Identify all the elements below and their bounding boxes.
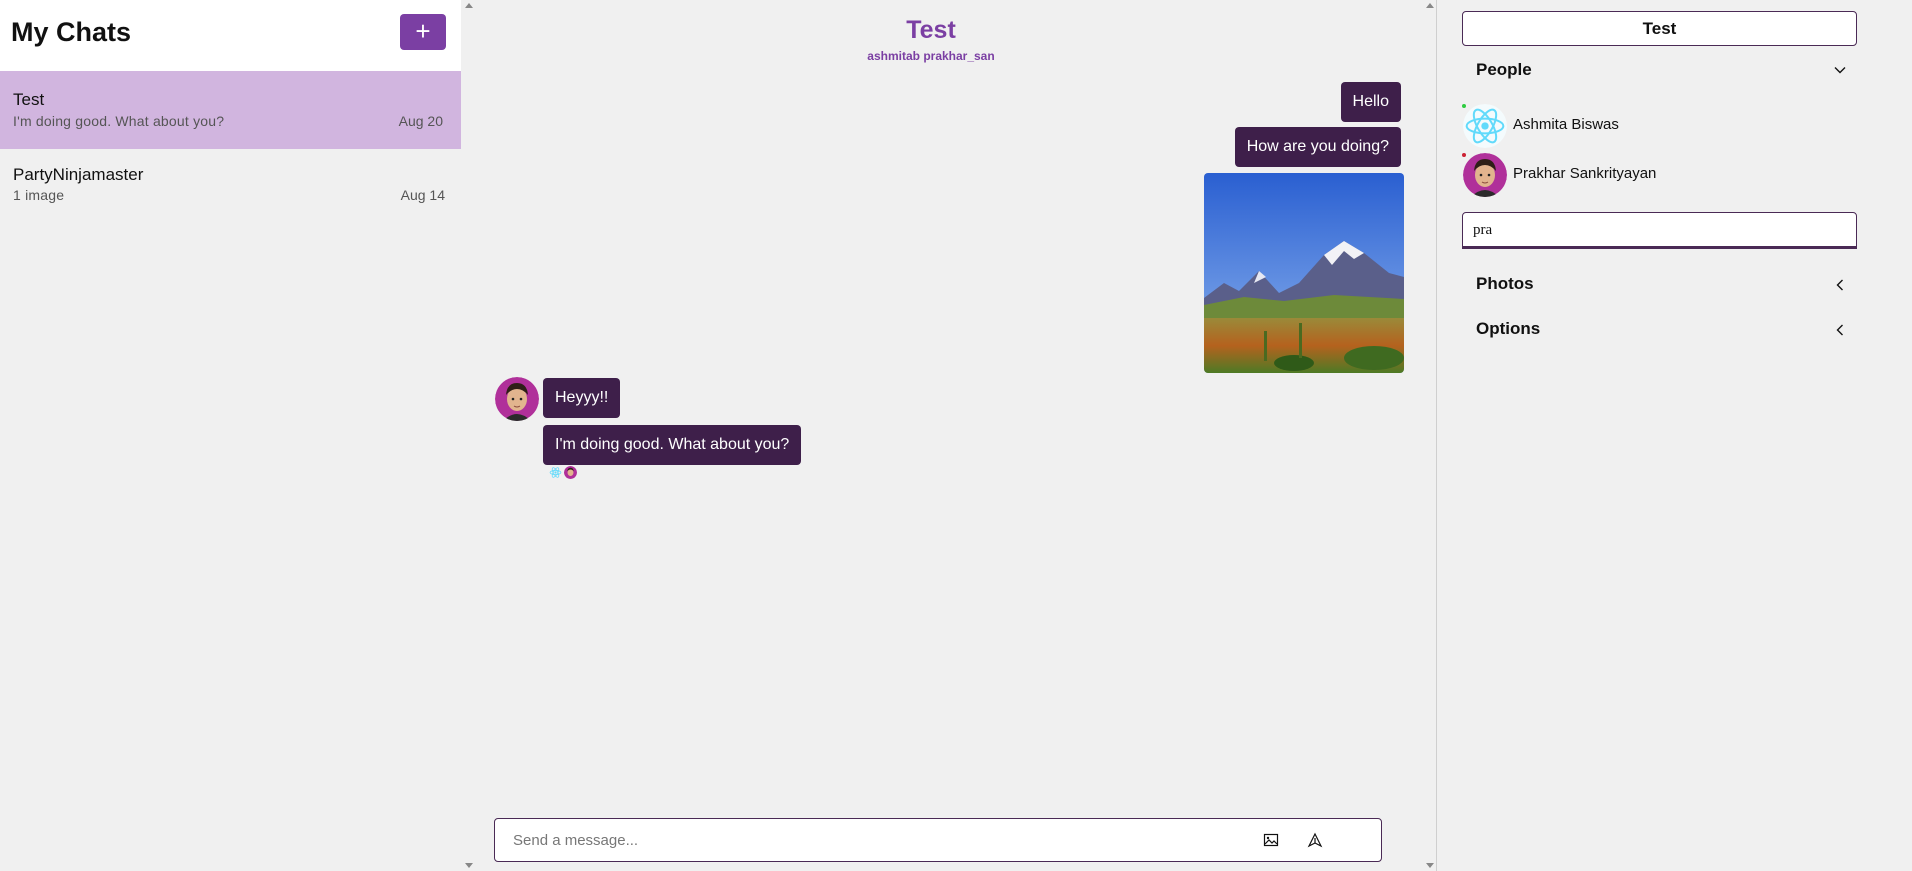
person-avatar [1463, 104, 1507, 148]
send-icon [1307, 832, 1323, 848]
person-name: Ashmita Biswas [1513, 116, 1619, 133]
person-item-ashmita[interactable]: Ashmita Biswas [1462, 104, 1842, 148]
chat-list-scrollbar[interactable] [462, 0, 476, 871]
offline-status-dot [1462, 153, 1466, 157]
person-avatar [1463, 153, 1507, 197]
sender-avatar-prakhar[interactable] [495, 377, 539, 421]
photos-section-header[interactable]: Photos [1476, 274, 1534, 294]
react-logo-icon [1463, 104, 1507, 148]
online-status-dot [1462, 104, 1466, 108]
chat-list-item-test[interactable]: Test I'm doing good. What about you? Aug… [0, 71, 461, 149]
chat-details-panel: Test People Ashmita Biswas Prakhar Sankr… [1438, 0, 1912, 871]
message-bubble-incoming: Heyyy!! [543, 378, 621, 418]
chevron-left-icon [1836, 279, 1843, 291]
react-logo-icon [549, 467, 562, 478]
new-chat-button[interactable]: + [400, 14, 446, 50]
person-avatar-icon [1463, 153, 1507, 197]
chevron-down-icon [1834, 67, 1846, 74]
chat-date: Aug 14 [400, 187, 445, 203]
chevron-left-icon [1836, 324, 1843, 336]
read-receipt-prakhar [564, 466, 577, 479]
chat-list-sidebar: My Chats + Test I'm doing good. What abo… [0, 0, 476, 871]
person-name: Prakhar Sankrityayan [1513, 165, 1657, 182]
chat-app: My Chats + Test I'm doing good. What abo… [0, 0, 1912, 871]
conversation-members: ashmitab prakhar_san [867, 49, 995, 63]
photos-toggle[interactable] [1834, 278, 1846, 291]
send-button[interactable] [1307, 832, 1323, 848]
message-composer [494, 818, 1382, 862]
chat-list-header: My Chats + [0, 0, 461, 71]
chat-list-title: My Chats [11, 17, 132, 47]
message-bubble-outgoing: How are you doing? [1234, 127, 1401, 167]
room-name-field[interactable]: Test [1462, 11, 1857, 46]
chat-date: Aug 20 [398, 113, 443, 129]
person-avatar-icon [495, 377, 539, 421]
chat-name: Test [13, 90, 45, 109]
chat-preview: 1 image [13, 187, 65, 203]
read-receipt-ashmita [549, 466, 562, 479]
conversation-scrollbar[interactable] [1423, 0, 1437, 871]
mountain-landscape-image [1204, 173, 1404, 373]
message-bubble-incoming: I'm doing good. What about you? [543, 425, 802, 465]
person-avatar-icon [564, 466, 577, 479]
message-input[interactable] [513, 819, 1213, 861]
people-section-header[interactable]: People [1476, 60, 1532, 80]
scroll-up-arrow-icon[interactable] [465, 3, 473, 8]
chat-preview: I'm doing good. What about you? [13, 113, 225, 129]
message-bubble-outgoing: Hello [1340, 82, 1401, 122]
message-image[interactable] [1204, 173, 1404, 373]
chat-list-item-partyninjamaster[interactable]: PartyNinjamaster 1 image Aug 14 [0, 148, 461, 226]
member-search-input[interactable] [1473, 213, 1843, 247]
conversation-pane: Test ashmitab prakhar_san Hello How are … [477, 0, 1437, 871]
people-toggle[interactable] [1834, 63, 1846, 75]
options-section-header[interactable]: Options [1476, 319, 1540, 339]
options-toggle[interactable] [1834, 323, 1846, 336]
chat-name: PartyNinjamaster [13, 165, 144, 184]
person-item-prakhar[interactable]: Prakhar Sankrityayan [1462, 153, 1842, 197]
scroll-up-arrow-icon[interactable] [1426, 3, 1434, 8]
conversation-title: Test [906, 16, 956, 44]
scroll-down-arrow-icon[interactable] [1426, 863, 1434, 868]
attach-image-button[interactable] [1263, 832, 1279, 848]
add-member-search [1462, 212, 1857, 249]
scroll-down-arrow-icon[interactable] [465, 863, 473, 868]
image-icon [1263, 833, 1279, 847]
